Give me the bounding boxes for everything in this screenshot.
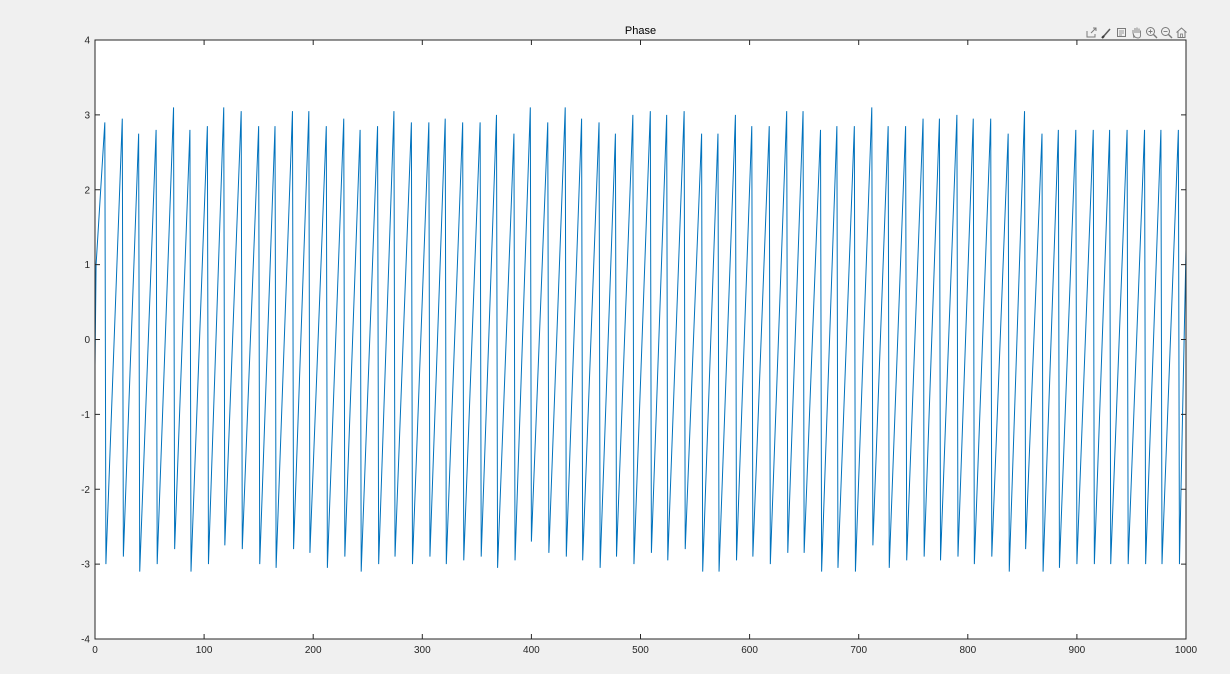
x-tick-label: 900 bbox=[1069, 645, 1086, 656]
home-button[interactable] bbox=[1174, 25, 1188, 39]
export-button[interactable] bbox=[1084, 25, 1098, 39]
y-tick-label: 1 bbox=[84, 260, 90, 271]
pan-button[interactable] bbox=[1129, 25, 1143, 39]
x-tick-label: 300 bbox=[414, 645, 431, 656]
y-tick-label: -1 bbox=[81, 410, 90, 421]
axes-toolbar bbox=[1084, 24, 1188, 40]
x-tick-label: 0 bbox=[92, 645, 98, 656]
x-tick-label: 400 bbox=[523, 645, 540, 656]
figure-window: 0 100 200 300 400 500 600 700 800 900 1000 -4 -3 -2 -… bbox=[0, 0, 1230, 674]
y-tick-label: -3 bbox=[81, 560, 90, 571]
y-tick-label: 3 bbox=[84, 110, 90, 121]
zoom-out-icon bbox=[1160, 26, 1172, 38]
y-tick-label: -4 bbox=[81, 635, 90, 646]
y-tick-label: 4 bbox=[84, 36, 90, 47]
chart-title: Phase bbox=[625, 25, 656, 37]
zoom-in-button[interactable] bbox=[1144, 25, 1158, 39]
x-tick-label: 700 bbox=[850, 645, 867, 656]
datatip-button[interactable] bbox=[1114, 25, 1128, 39]
y-tick-label: -2 bbox=[81, 485, 90, 496]
zoom-in-icon bbox=[1145, 26, 1157, 38]
x-tick-label: 800 bbox=[959, 645, 976, 656]
home-icon bbox=[1175, 26, 1187, 38]
x-tick-label: 500 bbox=[632, 645, 649, 656]
pan-icon bbox=[1132, 27, 1141, 38]
x-tick-label: 1000 bbox=[1175, 645, 1198, 656]
x-tick-label: 600 bbox=[741, 645, 758, 656]
x-tick-label: 100 bbox=[196, 645, 213, 656]
export-icon bbox=[1086, 27, 1096, 37]
brush-button[interactable] bbox=[1099, 25, 1113, 39]
brush-icon bbox=[1100, 27, 1111, 39]
datatip-icon bbox=[1116, 27, 1126, 37]
zoom-out-button[interactable] bbox=[1159, 25, 1173, 39]
y-tick-label: 0 bbox=[84, 335, 90, 346]
x-tick-label: 200 bbox=[305, 645, 322, 656]
y-tick-label: 2 bbox=[84, 185, 90, 196]
phase-chart: 0 100 200 300 400 500 600 700 800 900 1000 -4 -3 -2 -… bbox=[81, 25, 1198, 656]
